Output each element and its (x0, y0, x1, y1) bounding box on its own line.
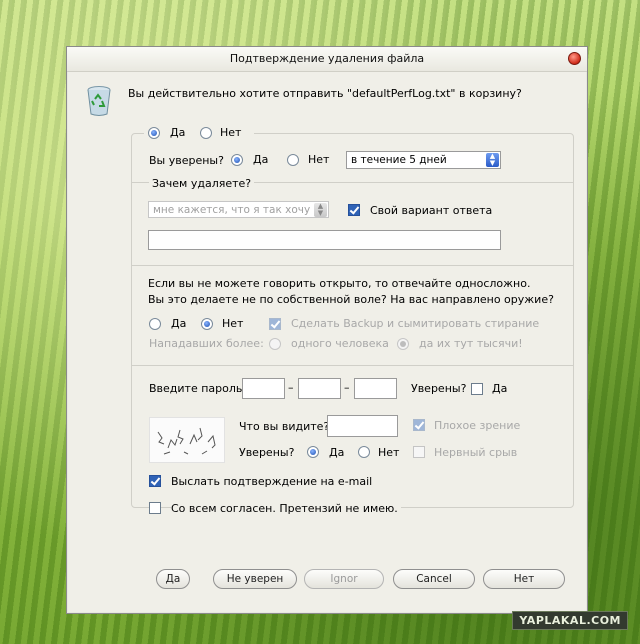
divider (131, 365, 574, 366)
agree-checkbox[interactable] (149, 502, 161, 514)
window-title: Подтверждение удаления файла (229, 52, 425, 65)
forced-yes-radio[interactable] (149, 318, 161, 330)
captcha-answer-input[interactable] (327, 415, 398, 437)
captcha-no-radio[interactable] (358, 446, 370, 458)
bad-sight-checkbox[interactable] (413, 419, 425, 431)
not-sure-button[interactable]: Не уверен (213, 569, 297, 589)
one-person-radio[interactable] (269, 338, 281, 350)
sure-yes-radio[interactable] (231, 154, 243, 166)
forced-line-1: Если вы не можете говорить открыто, то о… (148, 277, 531, 290)
sure-label: Вы уверены? (149, 154, 224, 167)
forced-line-2: Вы это делаете не по собственной воле? Н… (148, 293, 554, 306)
own-answer-checkbox[interactable] (348, 204, 360, 216)
cancel-button[interactable]: Cancel (393, 569, 475, 589)
password-sure-yes-label: Да (492, 382, 508, 395)
password-dash: – (288, 381, 294, 394)
ignore-button[interactable]: Ignor (304, 569, 384, 589)
one-person-label: одного человека (291, 337, 389, 350)
attackers-label: Нападавших более: (149, 337, 264, 350)
divider (131, 265, 574, 266)
top-yes-radio[interactable] (148, 127, 160, 139)
password-sure-checkbox[interactable] (471, 383, 483, 395)
no-button[interactable]: Нет (483, 569, 565, 589)
own-answer-input[interactable] (148, 230, 501, 250)
period-select[interactable]: в течение 5 дней ▲ ▼ (346, 151, 501, 169)
sure-no-label: Нет (308, 153, 330, 166)
thousands-label: да их тут тысячи! (419, 337, 523, 350)
sure-yes-label: Да (253, 153, 269, 166)
captcha-squiggle-icon (157, 427, 216, 455)
captcha-question: Что вы видите? (239, 420, 330, 433)
select-arrows-icon: ▲ ▼ (314, 203, 327, 217)
password-sure-label: Уверены? (411, 382, 467, 395)
top-no-label: Нет (220, 126, 242, 139)
bad-sight-label: Плохое зрение (434, 419, 521, 432)
yes-button[interactable]: Да (156, 569, 190, 589)
confirm-delete-dialog: Подтверждение удаления файла Вы действит… (66, 46, 588, 614)
forced-no-radio[interactable] (201, 318, 213, 330)
forced-yes-label: Да (171, 317, 187, 330)
top-no-radio[interactable] (200, 127, 212, 139)
reason-value: мне кажется, что я так хочу (153, 204, 311, 216)
email-confirm-checkbox[interactable] (149, 475, 161, 487)
top-yes-label: Да (170, 126, 186, 139)
close-icon[interactable] (568, 52, 581, 65)
captcha-sure-label: Уверены? (239, 446, 295, 459)
why-label: Зачем удаляете? (149, 177, 255, 190)
password-part-3[interactable] (354, 378, 397, 399)
own-answer-label: Свой вариант ответа (370, 204, 493, 217)
email-confirm-label: Выслать подтверждение на e-mail (171, 475, 373, 488)
backup-checkbox[interactable] (269, 318, 281, 330)
reason-select[interactable]: мне кажется, что я так хочу ▲ ▼ (148, 201, 329, 218)
captcha-yes-radio[interactable] (307, 446, 319, 458)
password-part-2[interactable] (298, 378, 341, 399)
thousands-radio[interactable] (397, 338, 409, 350)
captcha-yes-label: Да (329, 446, 345, 459)
password-part-1[interactable] (242, 378, 285, 399)
recycle-bin-icon (87, 86, 111, 116)
backup-label: Сделать Backup и сымитировать стирание (291, 317, 540, 330)
captcha-no-label: Нет (378, 446, 400, 459)
title-bar[interactable]: Подтверждение удаления файла (67, 47, 587, 72)
sure-no-radio[interactable] (287, 154, 299, 166)
period-value: в течение 5 дней (351, 154, 447, 166)
select-arrows-icon: ▲ ▼ (486, 153, 499, 167)
captcha-image (149, 417, 225, 463)
agree-label: Со всем согласен. Претензий не имею. (171, 502, 401, 515)
delete-question: Вы действительно хотите отправить "defau… (128, 87, 522, 100)
password-label: Введите пароль: (149, 382, 247, 395)
forced-no-label: Нет (222, 317, 244, 330)
password-dash: – (344, 381, 350, 394)
site-watermark: YAPLAKAL.COM (512, 611, 628, 630)
nervous-label: Нервный срыв (434, 446, 518, 459)
nervous-checkbox[interactable] (413, 446, 425, 458)
